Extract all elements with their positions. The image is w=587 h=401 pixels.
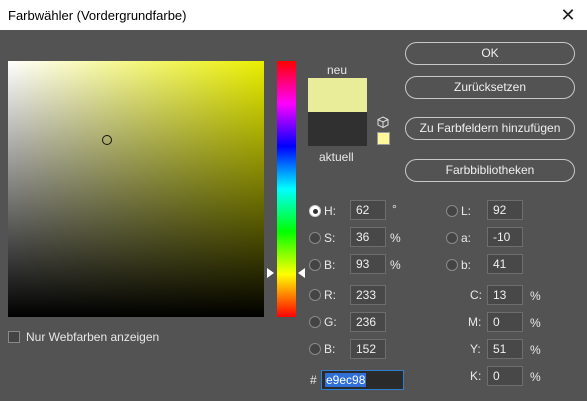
new-color-swatch [308, 78, 367, 112]
add-to-swatches-button[interactable]: Zu Farbfeldern hinzufügen [405, 117, 575, 140]
brightness-unit: % [390, 258, 401, 272]
radio-lab-l[interactable] [446, 205, 458, 217]
magenta-field[interactable]: 0 [487, 312, 523, 332]
radio-brightness[interactable] [309, 259, 321, 271]
hex-label: # [310, 373, 317, 387]
saturation-unit: % [390, 231, 401, 245]
current-color-label: aktuell [319, 150, 354, 164]
hex-value: e9ec98 [325, 373, 367, 387]
black-label: K: [470, 369, 482, 383]
hex-field[interactable]: e9ec98 [321, 370, 404, 390]
cyan-label: C: [470, 288, 482, 302]
radio-red[interactable] [309, 289, 321, 301]
hue-slider-handle-right-icon[interactable] [298, 268, 305, 278]
yellow-field[interactable]: 51 [487, 339, 523, 359]
green-field[interactable]: 236 [350, 312, 386, 332]
color-field[interactable] [8, 61, 264, 317]
lab-b-label: b: [461, 258, 472, 272]
hue-slider-handle-left-icon[interactable] [267, 268, 274, 278]
web-colors-checkbox[interactable] [8, 331, 20, 343]
radio-green[interactable] [309, 316, 321, 328]
magenta-unit: % [530, 316, 541, 330]
radio-lab-b[interactable] [446, 259, 458, 271]
color-field-cursor[interactable] [102, 135, 112, 145]
ok-button[interactable]: OK [405, 42, 575, 65]
lab-l-label: L: [461, 204, 472, 218]
window-title: Farbwähler (Vordergrundfarbe) [8, 8, 187, 23]
close-icon[interactable]: ✕ [555, 2, 581, 28]
red-field[interactable]: 233 [350, 285, 386, 305]
brightness-label: B: [324, 258, 336, 272]
black-field[interactable]: 0 [487, 366, 523, 386]
new-color-label: neu [327, 63, 348, 77]
web-colors-label: Nur Webfarben anzeigen [26, 330, 160, 344]
black-unit: % [530, 370, 541, 384]
yellow-label: Y: [470, 342, 481, 356]
hue-field[interactable]: 62 [350, 200, 386, 220]
blue-label: B: [324, 342, 336, 356]
radio-saturation[interactable] [309, 232, 321, 244]
radio-lab-a[interactable] [446, 232, 458, 244]
web-safe-swatch[interactable] [377, 132, 390, 145]
cyan-field[interactable]: 13 [487, 285, 523, 305]
title-bar: Farbwähler (Vordergrundfarbe) ✕ [0, 0, 587, 30]
lab-a-label: a: [461, 231, 472, 245]
yellow-unit: % [530, 343, 541, 357]
saturation-label: S: [324, 231, 336, 245]
lab-l-field[interactable]: 92 [487, 200, 523, 220]
hue-label: H: [324, 204, 336, 218]
hue-slider[interactable] [277, 61, 296, 317]
current-color-swatch[interactable] [308, 112, 367, 146]
saturation-field[interactable]: 36 [350, 227, 386, 247]
magenta-label: M: [468, 315, 482, 329]
brightness-field[interactable]: 93 [350, 254, 386, 274]
reset-button[interactable]: Zurücksetzen [405, 76, 575, 99]
radio-blue[interactable] [309, 343, 321, 355]
green-label: G: [324, 315, 337, 329]
lab-b-field[interactable]: 41 [487, 254, 523, 274]
red-label: R: [324, 288, 336, 302]
blue-field[interactable]: 152 [350, 339, 386, 359]
out-of-gamut-cube-icon[interactable] [377, 116, 389, 128]
cyan-unit: % [530, 289, 541, 303]
color-libraries-button[interactable]: Farbbibliotheken [405, 159, 575, 182]
lab-a-field[interactable]: -10 [487, 227, 523, 247]
radio-hue[interactable] [309, 205, 321, 217]
hue-unit: ° [392, 202, 397, 216]
